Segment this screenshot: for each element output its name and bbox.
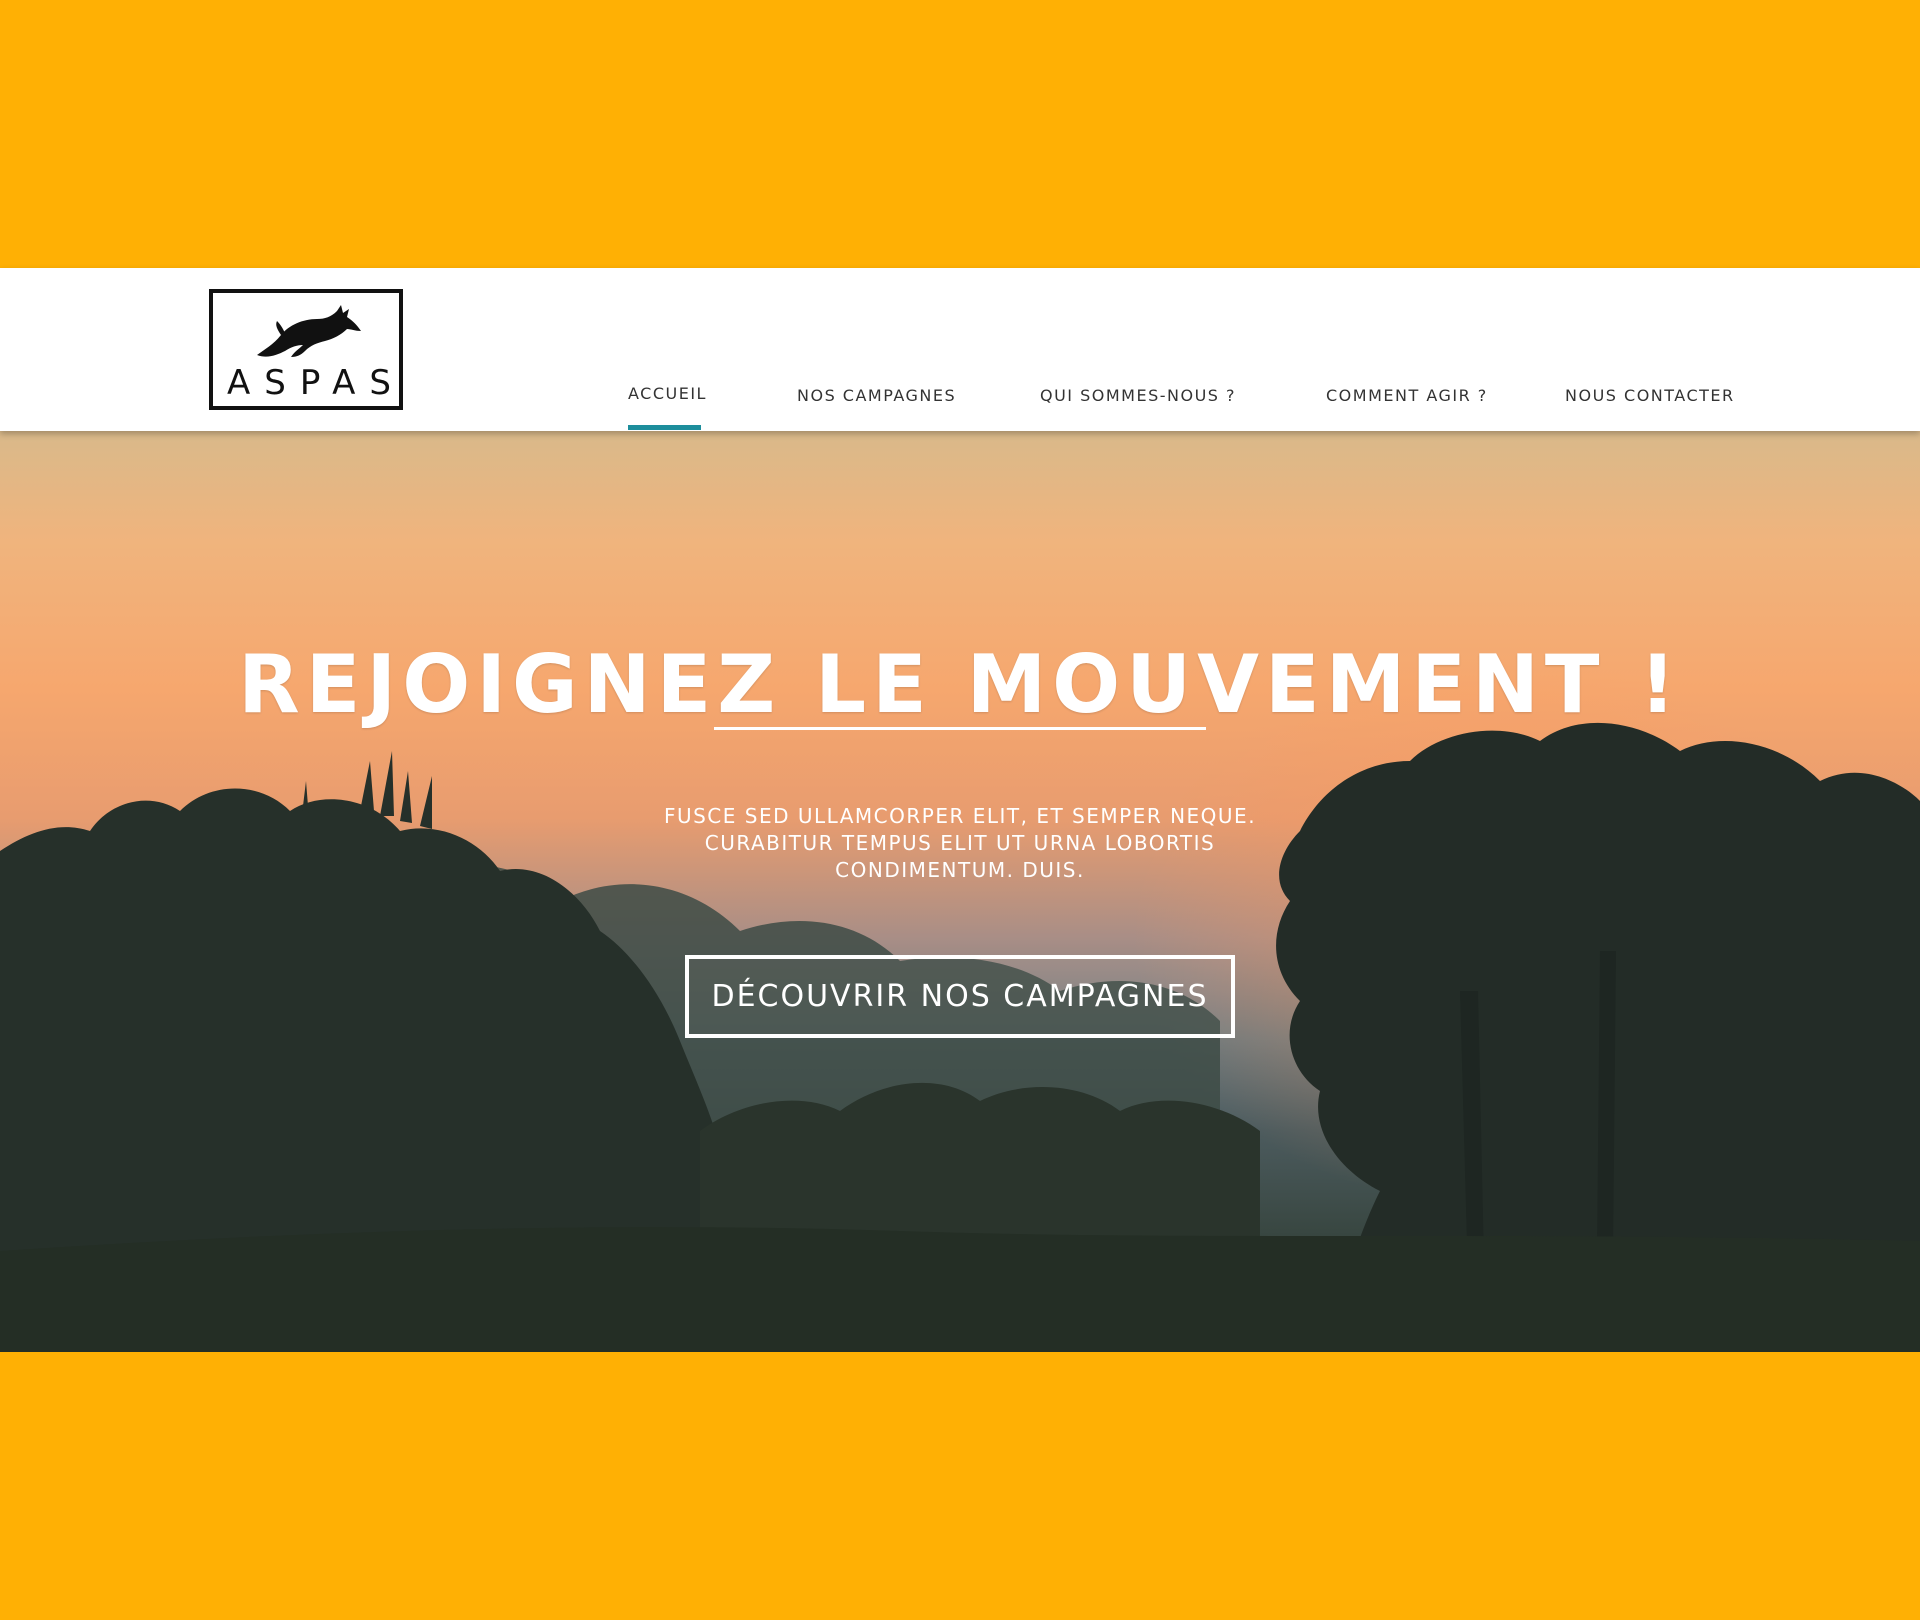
nav-item-qui-sommes-nous[interactable]: QUI SOMMES-NOUS ? [1040,386,1236,405]
site-header: ASPAS ACCUEIL NOS CAMPAGNES QUI SOMMES-N… [0,268,1920,431]
nav-item-comment-agir[interactable]: COMMENT AGIR ? [1326,386,1488,405]
main-navigation: ACCUEIL NOS CAMPAGNES QUI SOMMES-NOUS ? … [0,268,1920,431]
hero-divider [714,727,1206,730]
nav-item-nous-contacter[interactable]: NOUS CONTACTER [1565,386,1735,405]
nav-item-nos-campagnes[interactable]: NOS CAMPAGNES [797,386,956,405]
hero-banner: REJOIGNEZ LE MOUVEMENT ! FUSCE SED ULLAM… [0,431,1920,1352]
discover-campaigns-button[interactable]: DÉCOUVRIR NOS CAMPAGNES [685,955,1235,1038]
nav-item-accueil[interactable]: ACCUEIL [628,384,707,403]
active-nav-indicator [628,425,701,430]
forest-silhouette-image [0,722,1920,1352]
page-frame: ASPAS ACCUEIL NOS CAMPAGNES QUI SOMMES-N… [0,0,1920,1620]
hero-description: FUSCE SED ULLAMCORPER ELIT, ET SEMPER NE… [663,804,1257,882]
hero-title: REJOIGNEZ LE MOUVEMENT ! [238,637,1682,731]
